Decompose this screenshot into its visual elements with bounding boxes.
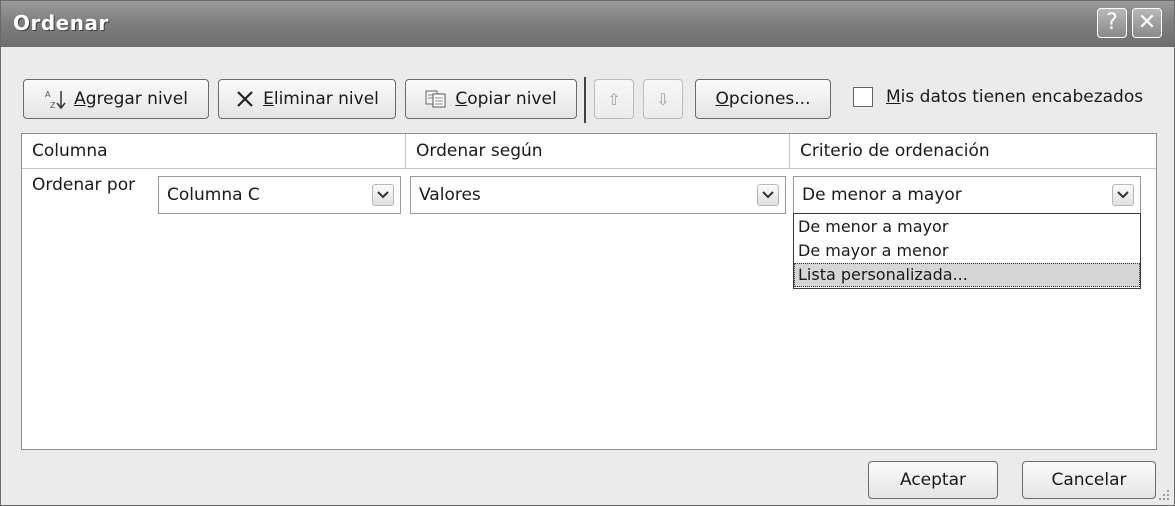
sort-add-icon: A Z: [44, 88, 66, 110]
sort-levels-grid: Columna Ordenar según Criterio de ordena…: [21, 133, 1157, 450]
add-level-button[interactable]: A Z Agregar nivel: [23, 79, 209, 119]
dialog-title: Ordenar: [13, 11, 109, 35]
order-select-value: De menor a mayor: [802, 185, 962, 205]
svg-text:A: A: [45, 90, 51, 99]
help-button[interactable]: ?: [1097, 8, 1127, 38]
headers-checkbox-label[interactable]: Mis datos tienen encabezados: [886, 87, 1143, 107]
copy-level-label: Copiar nivel: [455, 89, 557, 109]
sort-on-header: Ordenar según: [406, 134, 790, 168]
sort-on-select-value: Valores: [419, 185, 481, 205]
close-icon: ✕: [1137, 10, 1157, 35]
title-bar[interactable]: Ordenar ? ✕: [1, 1, 1174, 47]
column-header: Columna: [22, 134, 406, 168]
ok-button[interactable]: Aceptar: [868, 461, 998, 499]
toolbar-separator: [584, 77, 586, 123]
copy-icon: [425, 89, 447, 109]
arrow-down-icon: ⇩: [656, 89, 670, 109]
headers-checkbox[interactable]: [853, 87, 873, 107]
delete-level-label: Eliminar nivel: [263, 89, 379, 109]
arrow-up-icon: ⇧: [607, 89, 621, 109]
order-dropdown-list: De menor a mayor De mayor a menor Lista …: [793, 213, 1141, 289]
sort-on-select[interactable]: Valores: [410, 176, 786, 214]
delete-x-icon: [235, 89, 255, 109]
delete-level-button[interactable]: Eliminar nivel: [218, 79, 396, 119]
sort-dialog: Ordenar ? ✕ A Z Agregar nivel Eliminar n…: [0, 0, 1175, 506]
grid-header: Columna Ordenar según Criterio de ordena…: [22, 134, 1156, 169]
chevron-down-icon[interactable]: [757, 184, 779, 206]
add-level-label: Agregar nivel: [74, 89, 188, 109]
move-up-button[interactable]: ⇧: [594, 79, 634, 119]
options-button[interactable]: Opciones...: [695, 79, 831, 119]
close-button[interactable]: ✕: [1132, 8, 1162, 38]
column-select-value: Columna C: [167, 185, 260, 205]
copy-level-button[interactable]: Copiar nivel: [405, 79, 577, 119]
chevron-down-icon[interactable]: [372, 184, 394, 206]
svg-text:Z: Z: [50, 101, 56, 110]
chevron-down-icon[interactable]: [1112, 184, 1134, 206]
help-icon: ?: [1106, 10, 1118, 35]
dropdown-option-ascending[interactable]: De menor a mayor: [794, 215, 1140, 239]
order-select[interactable]: De menor a mayor: [793, 176, 1141, 214]
options-label: Opciones...: [715, 89, 811, 109]
column-select[interactable]: Columna C: [158, 176, 401, 214]
order-header: Criterio de ordenación: [800, 141, 990, 161]
dropdown-option-custom-list[interactable]: Lista personalizada...: [794, 263, 1140, 287]
headers-checkbox-group[interactable]: Mis datos tienen encabezados: [853, 87, 1143, 107]
cancel-button[interactable]: Cancelar: [1022, 461, 1156, 499]
dropdown-option-descending[interactable]: De mayor a menor: [794, 239, 1140, 263]
resize-grip-icon[interactable]: [1158, 489, 1170, 501]
move-down-button[interactable]: ⇩: [643, 79, 683, 119]
sort-by-label: Ordenar por: [32, 175, 136, 195]
